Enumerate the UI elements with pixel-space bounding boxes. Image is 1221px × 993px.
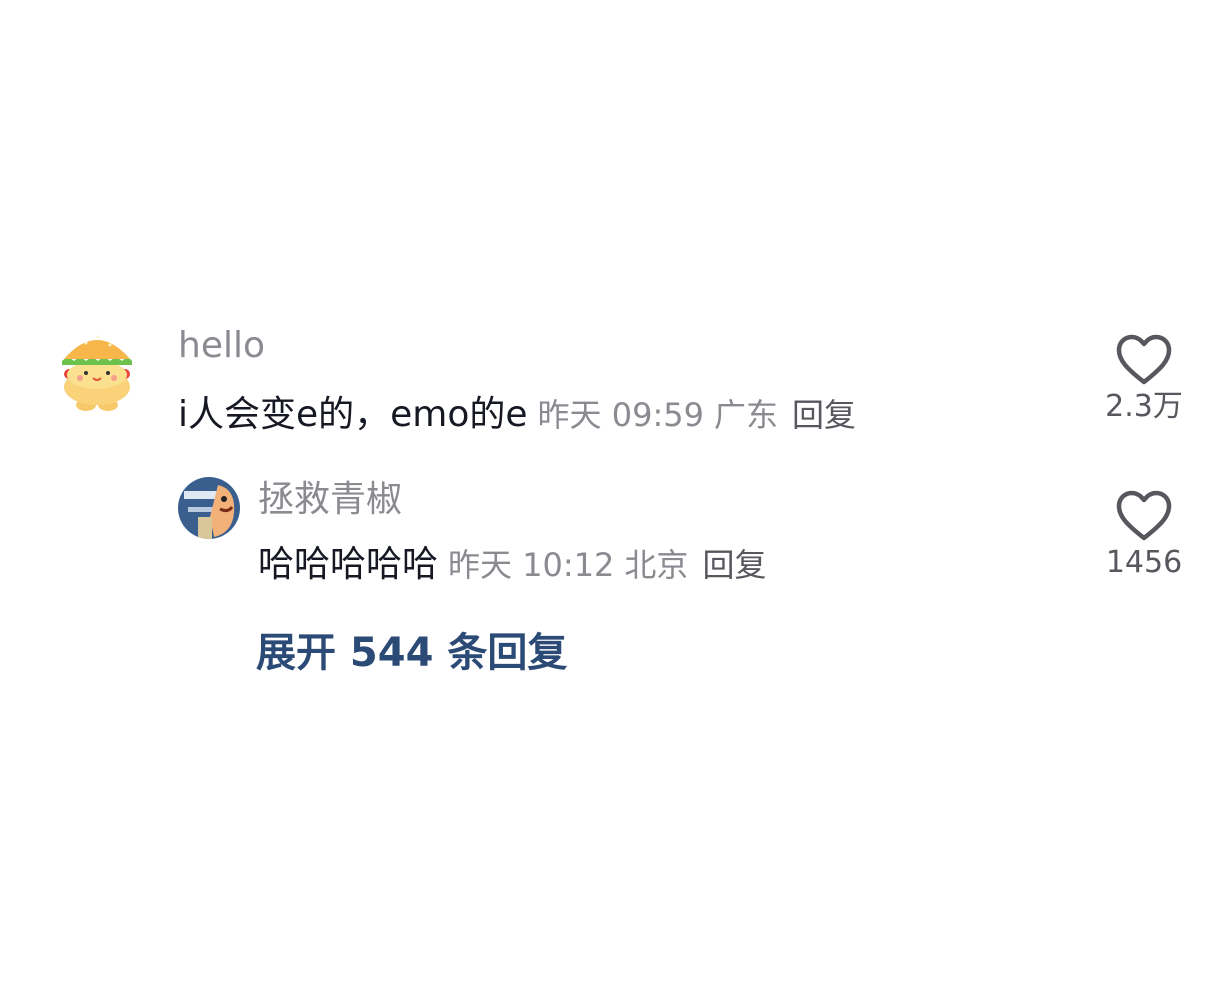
reply-time: 昨天 10:12 [448,546,615,584]
avatar[interactable] [58,325,136,413]
like-button[interactable]: 2.3万 [1089,334,1199,422]
comment-location: 广东 [713,396,778,434]
like-count: 2.3万 [1105,389,1183,424]
burger-avatar-icon [62,335,132,411]
avatar[interactable] [178,477,240,539]
like-button[interactable]: 1456 [1089,490,1199,578]
reply-button[interactable]: 回复 [792,396,856,434]
heart-outline-icon [1116,490,1172,541]
reply-location: 北京 [624,546,689,584]
reply-text: 哈哈哈哈哈 [258,544,439,585]
like-count: 1456 [1105,545,1183,580]
expand-replies-button[interactable]: 展开 544 条回复 [256,633,567,673]
reply-body: 哈哈哈哈哈 昨天 10:12 北京 回复 [258,547,766,583]
heart-outline-icon [1116,334,1172,385]
comment-username[interactable]: hello [178,328,265,364]
comment-text: i人会变e的，emo的e [178,394,528,435]
reply-username[interactable]: 拯救青椒 [258,482,402,518]
cartoon-avatar-icon [178,477,240,539]
comment-time: 昨天 09:59 [537,396,704,434]
reply-button[interactable]: 回复 [702,546,766,584]
comment-body: i人会变e的，emo的e 昨天 09:59 广东 回复 [178,397,856,433]
